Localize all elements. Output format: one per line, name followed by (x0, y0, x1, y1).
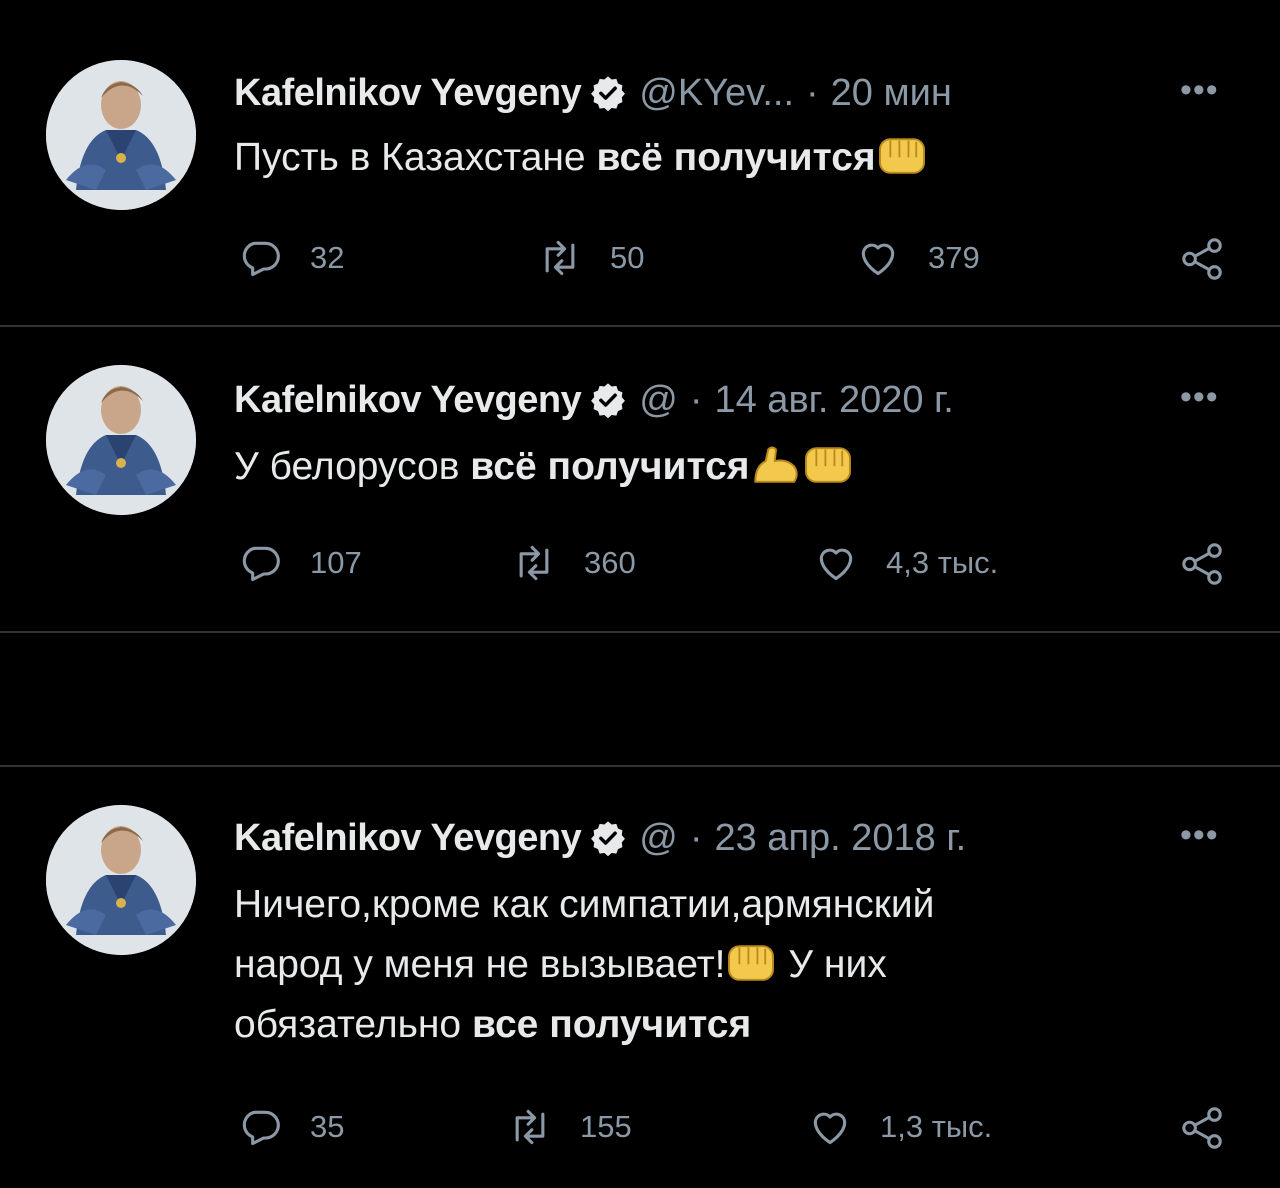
more-options-button[interactable]: ••• (1180, 380, 1230, 417)
share-button[interactable] (1180, 236, 1226, 287)
share-button[interactable] (1180, 1105, 1226, 1156)
share-icon (1180, 1105, 1226, 1151)
separator-dot: · (806, 71, 819, 114)
author-handle[interactable]: @ (639, 379, 678, 422)
like-button[interactable]: 379 (856, 236, 980, 280)
like-count: 1,3 тыс. (880, 1109, 993, 1144)
tweet[interactable]: Kafelnikov Yevgeny @ · 23 апр. 2018 г. •… (0, 767, 1280, 1188)
retweet-button[interactable]: 360 (512, 541, 636, 585)
retweet-count: 50 (610, 240, 645, 275)
tweet-text-line: народ у меня не вызывает! У них (234, 935, 1134, 995)
avatar[interactable] (46, 60, 196, 210)
tweet-actions: 107 360 4,3 тыс. (0, 541, 1280, 591)
reply-count: 35 (310, 1109, 345, 1144)
tweet-timestamp[interactable]: 20 мин (831, 72, 952, 115)
share-icon (1180, 236, 1226, 282)
share-icon (1180, 541, 1226, 587)
reply-icon (238, 236, 282, 280)
fist-emoji-icon (802, 443, 854, 487)
tweet-text-regular: народ у меня не вызывает! (234, 943, 726, 986)
author-name[interactable]: Kafelnikov Yevgeny (234, 817, 582, 860)
share-button[interactable] (1180, 541, 1226, 592)
reply-count: 32 (310, 240, 345, 275)
retweet-count: 360 (584, 545, 636, 580)
tweet-text: Ничего,кроме как симпатии,армянский наро… (234, 875, 1134, 1055)
tweet-text-line: обязательно все получится (234, 995, 1134, 1055)
fist-emoji-icon (876, 134, 928, 178)
tweet-text-regular: У них (777, 943, 887, 986)
tweet-header: Kafelnikov Yevgeny @KYev... · 20 мин (234, 68, 952, 118)
retweet-button[interactable]: 50 (538, 236, 644, 280)
author-handle[interactable]: @KYev... (639, 72, 794, 115)
retweet-icon (508, 1105, 552, 1149)
reply-icon (238, 541, 282, 585)
tweet-text-regular: Пусть в Казахстане (234, 136, 597, 179)
tweet-text-regular: У белорусов (234, 445, 471, 488)
separator-dot: · (689, 816, 703, 859)
divider (0, 631, 1280, 633)
tweet-actions: 35 155 1,3 тыс. (0, 1105, 1280, 1155)
heart-icon (814, 541, 858, 585)
reply-count: 107 (310, 545, 362, 580)
tweet-timestamp[interactable]: 23 апр. 2018 г. (714, 817, 966, 860)
retweet-icon (512, 541, 556, 585)
tweet-text-bold: все получится (471, 1003, 752, 1046)
avatar[interactable] (46, 805, 196, 955)
tweet-text-bold: всё получится (596, 136, 876, 179)
verified-badge-icon (589, 819, 627, 857)
tweet-header: Kafelnikov Yevgeny @ · 14 авг. 2020 г. (234, 375, 954, 425)
retweet-button[interactable]: 155 (508, 1105, 632, 1149)
author-name[interactable]: Kafelnikov Yevgeny (234, 379, 582, 422)
reply-icon (238, 1105, 282, 1149)
tweet[interactable]: Kafelnikov Yevgeny @ · 14 авг. 2020 г. •… (0, 327, 1280, 632)
reply-button[interactable]: 35 (238, 1105, 344, 1149)
verified-badge-icon (589, 381, 627, 419)
tweet-timestamp[interactable]: 14 авг. 2020 г. (714, 379, 953, 422)
more-options-button[interactable]: ••• (1180, 818, 1230, 855)
author-handle[interactable]: @ (639, 817, 678, 860)
separator-dot: · (689, 378, 703, 421)
retweet-icon (538, 236, 582, 280)
flexed-biceps-emoji-icon (750, 443, 802, 487)
more-options-button[interactable]: ••• (1180, 73, 1230, 110)
author-name[interactable]: Kafelnikov Yevgeny (234, 72, 582, 115)
like-button[interactable]: 1,3 тыс. (808, 1105, 992, 1149)
tweet-text-regular: обязательно (234, 1003, 472, 1046)
like-button[interactable]: 4,3 тыс. (814, 541, 998, 585)
tweet-text-bold: всё получится (470, 445, 750, 488)
retweet-count: 155 (580, 1109, 632, 1144)
heart-icon (856, 236, 900, 280)
tweet-header: Kafelnikov Yevgeny @ · 23 апр. 2018 г. (234, 813, 966, 863)
like-count: 379 (928, 240, 980, 275)
tweet[interactable]: Kafelnikov Yevgeny @KYev... · 20 мин •••… (0, 0, 1280, 326)
tweet-actions: 32 50 379 (0, 236, 1280, 286)
avatar[interactable] (46, 365, 196, 515)
verified-badge-icon (589, 74, 627, 112)
heart-icon (808, 1105, 852, 1149)
tweet-text-line: Ничего,кроме как симпатии,армянский (234, 883, 935, 926)
fist-emoji-icon (725, 941, 777, 985)
like-count: 4,3 тыс. (886, 545, 999, 580)
reply-button[interactable]: 32 (238, 236, 344, 280)
tweet-text: Пусть в Казахстане всё получится (234, 128, 1134, 188)
tweet-text: У белорусов всё получится (234, 437, 1134, 497)
reply-button[interactable]: 107 (238, 541, 362, 585)
